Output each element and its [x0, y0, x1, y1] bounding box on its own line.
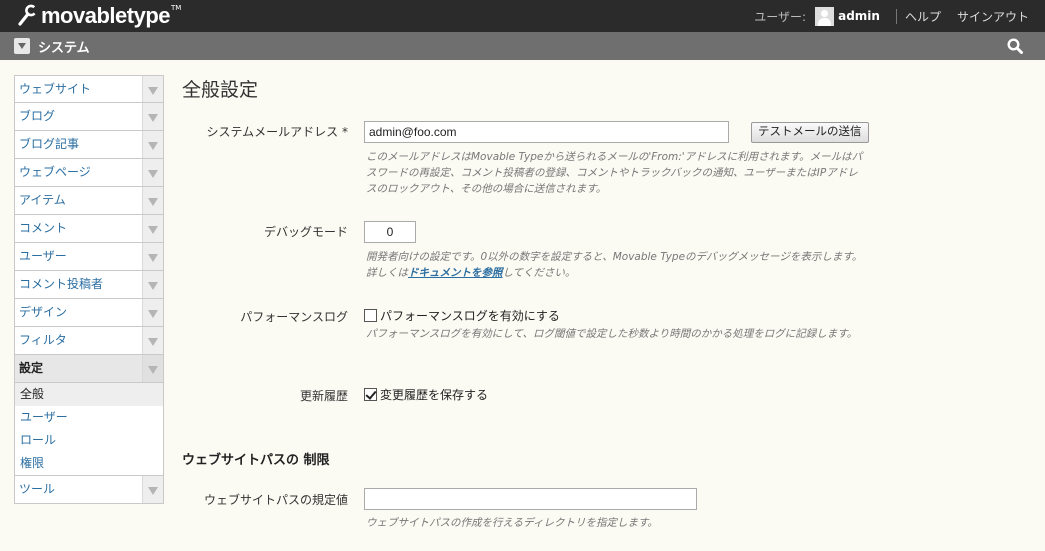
submenu-item-general[interactable]: 全般	[15, 383, 163, 406]
sidebar-item-users[interactable]: ユーザー	[14, 243, 164, 271]
signout-link[interactable]: サインアウト	[957, 8, 1029, 25]
chevron-down-icon[interactable]	[14, 38, 30, 54]
sidebar-item-entries[interactable]: ブログ記事	[14, 131, 164, 159]
sidebar-item-label: ブログ	[19, 109, 56, 123]
website-path-label: ウェブサイトパスの規定値	[203, 493, 348, 507]
sidebar-item-label: ユーザー	[19, 249, 67, 263]
username-link[interactable]: admin	[838, 9, 880, 23]
website-path-field[interactable]	[364, 488, 697, 510]
sidebar-item-tools[interactable]: ツール	[14, 476, 164, 504]
send-test-email-button[interactable]: テストメールの送信	[751, 122, 869, 143]
debug-hint-text-end: してください。	[502, 267, 576, 279]
chevron-down-icon[interactable]	[142, 355, 163, 382]
sidebar-item-webpages[interactable]: ウェブページ	[14, 159, 164, 187]
sidebar-menu: ウェブサイト ブログ ブログ記事 ウェブページ アイテム コメント ユーザー コ…	[14, 75, 164, 504]
page-title: 全般設定	[182, 79, 259, 101]
sidebar-item-label: コメント	[19, 221, 68, 235]
nav-divider	[895, 8, 897, 24]
top-nav: ユーザー: admin ヘルプ サインアウト	[754, 0, 1029, 32]
chevron-down-icon[interactable]	[142, 159, 163, 186]
chevron-down-icon[interactable]	[142, 271, 163, 298]
submenu-item-users[interactable]: ユーザー	[15, 406, 163, 429]
chevron-down-icon[interactable]	[142, 187, 163, 214]
chevron-down-icon[interactable]	[142, 215, 163, 242]
website-path-hint: ウェブサイトパスの作成を行えるディレクトリを指定します。	[366, 517, 658, 529]
debug-mode-field[interactable]	[364, 221, 416, 243]
chevron-down-icon[interactable]	[142, 103, 163, 130]
sidebar-item-label: ウェブページ	[19, 165, 91, 179]
submenu-item-roles[interactable]: ロール	[15, 429, 163, 452]
user-label: ユーザー:	[754, 9, 807, 24]
system-email-field[interactable]	[364, 121, 729, 143]
debug-mode-hint: 開発者向けの設定です。0以外の数字を設定すると、Movable Typeのデバッ…	[366, 249, 866, 281]
documentation-link[interactable]: ドキュメントを参照	[408, 267, 503, 279]
system-email-label: システムメールアドレス *	[206, 125, 348, 139]
logo[interactable]: movabletype TM	[17, 3, 182, 29]
wrench-icon	[17, 4, 41, 29]
change-history-label: 更新履歴	[299, 389, 348, 403]
sidebar-item-settings[interactable]: 設定	[14, 355, 164, 383]
chevron-down-icon[interactable]	[142, 243, 163, 270]
sidebar-item-filters[interactable]: フィルタ	[14, 327, 164, 355]
sidebar-item-design[interactable]: デザイン	[14, 299, 164, 327]
performance-log-checkbox[interactable]	[364, 309, 377, 322]
submenu-item-permissions[interactable]: 権限	[15, 452, 163, 475]
sidebar-item-label: ウェブサイト	[19, 82, 92, 96]
sidebar-item-assets[interactable]: アイテム	[14, 187, 164, 215]
sidebar-item-label: アイテム	[19, 193, 66, 207]
settings-submenu: 全般 ユーザー ロール 権限	[14, 383, 164, 476]
website-path-section-title: ウェブサイトパスの 制限	[182, 453, 330, 468]
change-history-checkbox-label[interactable]: 変更履歴を保存する	[380, 386, 488, 403]
top-bar: movabletype TM ユーザー: admin ヘルプ サインアウト	[0, 0, 1045, 32]
sidebar-item-label: ブログ記事	[19, 137, 80, 151]
help-link[interactable]: ヘルプ	[905, 8, 941, 25]
logo-text: movabletype	[41, 3, 171, 28]
sidebar-item-label: ツール	[19, 482, 56, 496]
sidebar-item-label: デザイン	[19, 305, 68, 319]
logo-trademark: TM	[171, 4, 182, 12]
system-title[interactable]: システム	[38, 37, 90, 56]
change-history-checkbox[interactable]	[364, 388, 377, 401]
system-bar: システム	[0, 32, 1045, 60]
performance-log-checkbox-label[interactable]: パフォーマンスログを有効にする	[380, 307, 560, 324]
chevron-down-icon[interactable]	[142, 131, 163, 158]
performance-log-hint: パフォーマンスログを有効にして、ログ閾値で設定した秒数より時間のかかる処理をログ…	[366, 328, 858, 340]
chevron-down-icon[interactable]	[142, 476, 163, 503]
sidebar-item-label: コメント投稿者	[19, 277, 104, 291]
sidebar-item-comments[interactable]: コメント	[14, 215, 164, 243]
chevron-down-icon[interactable]	[142, 76, 163, 102]
sidebar-item-commenters[interactable]: コメント投稿者	[14, 271, 164, 299]
sidebar-item-label: フィルタ	[19, 333, 67, 347]
chevron-down-icon[interactable]	[142, 299, 163, 326]
debug-mode-label: デバッグモード	[263, 225, 348, 239]
sidebar-item-label: 設定	[19, 361, 44, 375]
system-email-hint: このメールアドレスはMovable Typeから送られるメールの'From:'ア…	[366, 151, 863, 195]
sidebar-item-website[interactable]: ウェブサイト	[14, 75, 164, 103]
chevron-down-icon[interactable]	[142, 327, 163, 354]
avatar[interactable]	[815, 6, 835, 26]
performance-log-label: パフォーマンスログ	[240, 310, 348, 324]
sidebar-item-blog[interactable]: ブログ	[14, 103, 164, 131]
search-icon[interactable]	[1007, 38, 1023, 54]
